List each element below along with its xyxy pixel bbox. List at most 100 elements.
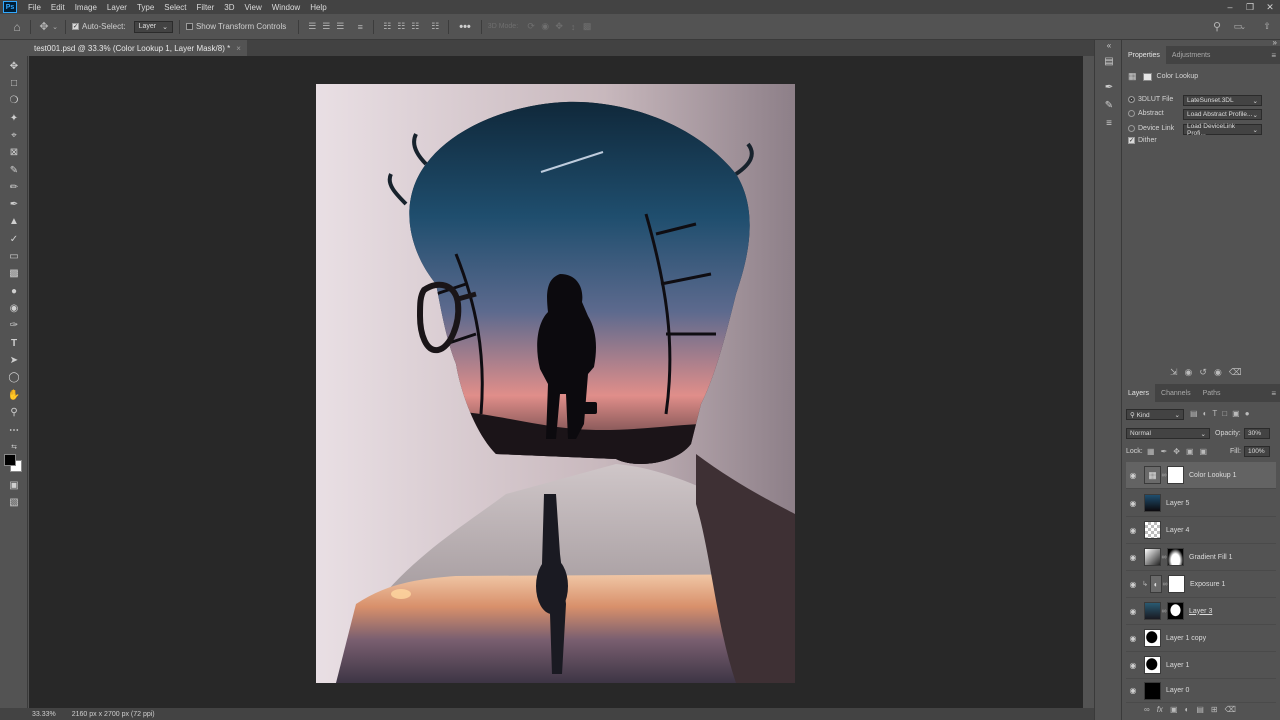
clone-stamp-tool-icon[interactable]: ▲ — [5, 214, 23, 228]
tab-paths[interactable]: Paths — [1197, 384, 1227, 402]
foreground-color-swatch[interactable] — [4, 454, 16, 466]
3dlut-radio[interactable]: 3DLUT File — [1128, 96, 1173, 103]
dodge-tool-icon[interactable]: ◉ — [5, 301, 23, 315]
tab-layers[interactable]: Layers — [1122, 384, 1156, 402]
lock-artboard-icon[interactable]: ▣ — [1186, 447, 1194, 456]
delete-icon[interactable]: ⌫ — [1229, 367, 1242, 378]
3dlut-file-dropdown[interactable]: LateSunset.3DL ⌄ — [1183, 95, 1262, 106]
filter-smart-object-icon[interactable]: ▣ — [1232, 409, 1240, 418]
layer-mask-thumbnail[interactable] — [1167, 466, 1184, 484]
move-tool-icon[interactable]: ✥ — [37, 20, 51, 34]
type-tool-icon[interactable]: T — [5, 336, 23, 350]
layer-filter-dropdown[interactable]: ⚲ Kind ⌄ — [1126, 409, 1184, 420]
layer-name[interactable]: Layer 1 — [1166, 662, 1189, 669]
layer-row-layer-0[interactable]: ◉ Layer 0 — [1126, 679, 1276, 703]
document-tab[interactable]: test001.psd @ 33.3% (Color Lookup 1, Lay… — [28, 40, 247, 56]
zoom-level[interactable]: 33.33% — [32, 711, 56, 718]
brush-settings-icon[interactable]: ✒ — [1101, 80, 1117, 94]
brush-tool-icon[interactable]: ✒ — [5, 197, 23, 211]
adjustment-sliders-icon[interactable]: ≡ — [1101, 116, 1117, 130]
ellipse-tool-icon[interactable]: ◯ — [5, 370, 23, 384]
reset-icon[interactable]: ↺ — [1199, 367, 1207, 378]
eye-icon[interactable]: ◉ — [1126, 499, 1140, 508]
edit-toolbar-icon[interactable]: ⋯ — [5, 423, 23, 437]
menu-file[interactable]: File — [23, 3, 46, 12]
eraser-tool-icon[interactable]: ▭ — [5, 249, 23, 263]
3d-slide-icon[interactable]: ↕ — [566, 20, 580, 34]
gradient-tool-icon[interactable]: ▩ — [5, 266, 23, 280]
device-link-radio[interactable]: Device Link — [1128, 125, 1174, 132]
3d-camera-icon[interactable]: ▩ — [580, 20, 594, 34]
clip-to-layer-icon[interactable]: ⇲ — [1170, 367, 1178, 378]
zoom-tool-icon[interactable]: ⚲ — [5, 405, 23, 419]
layer-row-color-lookup-1[interactable]: ◉ ▦ ∞ Color Lookup 1 — [1126, 462, 1276, 489]
visibility-icon[interactable]: ◉ — [1214, 367, 1222, 378]
auto-select-checkbox[interactable]: ✓ Auto-Select: — [72, 22, 126, 31]
menu-filter[interactable]: Filter — [192, 3, 220, 12]
lasso-tool-icon[interactable]: ❍ — [5, 93, 23, 107]
distribute-vertical-icon[interactable]: ≡ — [353, 20, 367, 34]
eye-icon[interactable]: ◉ — [1126, 607, 1140, 616]
hand-tool-icon[interactable]: ✋ — [5, 388, 23, 402]
menu-window[interactable]: Window — [267, 3, 305, 12]
align-middle-vertical-icon[interactable]: ☷ — [394, 20, 408, 34]
lock-transparency-icon[interactable]: ▦ — [1147, 447, 1155, 456]
align-bottom-icon[interactable]: ☷ — [408, 20, 422, 34]
layer-name[interactable]: Layer 5 — [1166, 500, 1189, 507]
menu-layer[interactable]: Layer — [102, 3, 132, 12]
layer-row-layer-5[interactable]: ◉ Layer 5 — [1126, 490, 1276, 517]
3d-orbit-icon[interactable]: ⟳ — [524, 20, 538, 34]
menu-image[interactable]: Image — [70, 3, 102, 12]
filter-adjustment-icon[interactable]: ◐ — [1203, 409, 1208, 418]
menu-help[interactable]: Help — [305, 3, 331, 12]
tab-channels[interactable]: Channels — [1155, 384, 1197, 402]
filter-toggle-icon[interactable]: ● — [1245, 409, 1250, 418]
3d-pan-icon[interactable]: ✥ — [552, 20, 566, 34]
mask-icon[interactable] — [1142, 72, 1152, 81]
marquee-tool-icon[interactable]: □ — [5, 76, 23, 90]
menu-3d[interactable]: 3D — [219, 3, 239, 12]
more-options-icon[interactable]: ••• — [459, 21, 471, 33]
path-selection-tool-icon[interactable]: ➤ — [5, 353, 23, 367]
layer-name[interactable]: Color Lookup 1 — [1189, 472, 1236, 479]
home-icon[interactable]: ⌂ — [10, 20, 24, 34]
frame-tool-icon[interactable]: ⊠ — [5, 145, 23, 159]
minimize-icon[interactable]: – — [1220, 0, 1240, 14]
fill-field[interactable]: 100% — [1244, 446, 1270, 457]
panel-menu-icon[interactable]: ≡ — [1271, 51, 1276, 60]
menu-view[interactable]: View — [240, 3, 267, 12]
add-mask-icon[interactable]: ▣ — [1170, 705, 1178, 714]
screen-mode-icon[interactable]: ▧ — [5, 495, 23, 509]
layer-mask-thumbnail[interactable] — [1167, 602, 1184, 620]
history-brush-tool-icon[interactable]: ✓ — [5, 232, 23, 246]
view-previous-state-icon[interactable]: ◉ — [1185, 367, 1193, 378]
close-tab-icon[interactable]: × — [236, 44, 241, 53]
document-dimensions[interactable]: 2160 px x 2700 px (72 ppi) — [72, 711, 155, 718]
menu-select[interactable]: Select — [159, 3, 191, 12]
libraries-icon[interactable]: ▤ — [1101, 54, 1117, 68]
menu-type[interactable]: Type — [132, 3, 159, 12]
layer-row-layer-4[interactable]: ◉ Layer 4 — [1126, 517, 1276, 544]
new-group-icon[interactable]: ▤ — [1196, 705, 1204, 714]
search-icon[interactable]: ⚲ — [1210, 20, 1224, 34]
layer-mask-thumbnail[interactable] — [1168, 575, 1185, 593]
layer-row-gradient-fill-1[interactable]: ◉ ∞ Gradient Fill 1 — [1126, 544, 1276, 571]
close-window-icon[interactable]: ✕ — [1260, 0, 1280, 14]
eye-icon[interactable]: ◉ — [1126, 634, 1140, 643]
share-icon[interactable]: ⇧ — [1260, 20, 1274, 34]
eye-icon[interactable]: ◉ — [1126, 526, 1140, 535]
quick-mask-icon[interactable]: ▣ — [5, 478, 23, 492]
healing-brush-tool-icon[interactable]: ✏ — [5, 180, 23, 194]
blend-mode-dropdown[interactable]: Normal ⌄ — [1126, 428, 1210, 439]
3d-roll-icon[interactable]: ◉ — [538, 20, 552, 34]
layer-name[interactable]: Layer 3 — [1189, 608, 1212, 615]
filter-pixel-icon[interactable]: ▤ — [1190, 409, 1198, 418]
filter-type-icon[interactable]: T — [1212, 409, 1217, 418]
eye-icon[interactable]: ◉ — [1126, 686, 1140, 695]
layer-name[interactable]: Layer 4 — [1166, 527, 1189, 534]
align-right-icon[interactable]: ☰ — [333, 20, 347, 34]
eye-icon[interactable]: ◉ — [1126, 553, 1140, 562]
link-layers-icon[interactable]: ∞ — [1144, 705, 1150, 714]
chevron-down-icon[interactable]: ⌄ — [51, 20, 59, 34]
opacity-field[interactable]: 30% — [1244, 428, 1270, 439]
